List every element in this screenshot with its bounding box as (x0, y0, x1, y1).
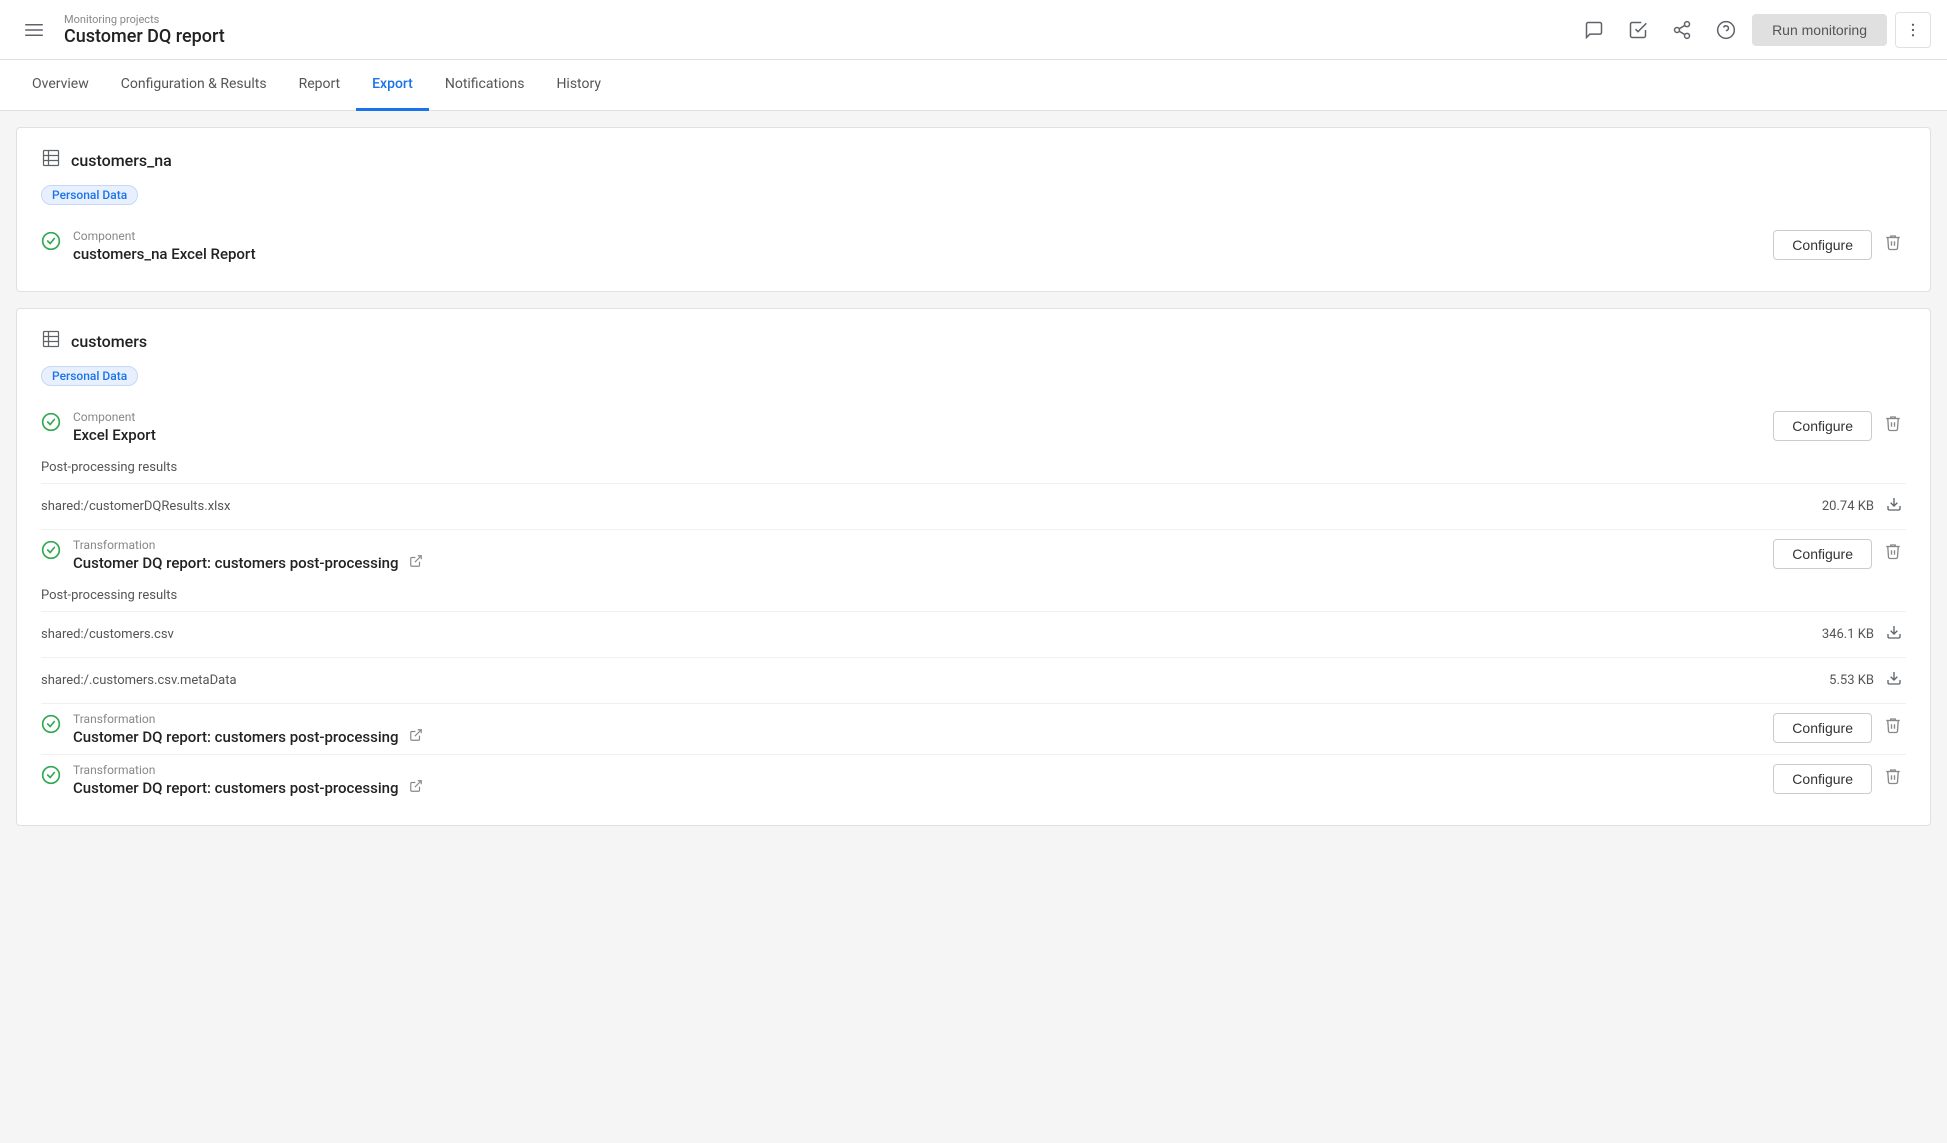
run-monitoring-button[interactable]: Run monitoring (1752, 14, 1887, 46)
header-actions: Run monitoring (1576, 12, 1931, 48)
tab-overview[interactable]: Overview (16, 60, 105, 111)
main-content: customers_na Personal Data Component cus… (0, 111, 1947, 842)
component-info-transformation-2: Transformation Customer DQ report: custo… (73, 712, 1773, 746)
title-group: Monitoring projects Customer DQ report (64, 13, 225, 47)
section-title-customers-na: customers_na (71, 151, 172, 170)
nav-tabs: Overview Configuration & Results Report … (0, 60, 1947, 111)
file-row-3: shared:/.customers.csv.metaData 5.53 KB (41, 657, 1906, 703)
component-actions-transformation-1: Configure (1773, 538, 1906, 569)
header-title: Customer DQ report (64, 26, 225, 47)
delete-button-1[interactable] (1880, 229, 1906, 260)
component-info-transformation-3: Transformation Customer DQ report: custo… (73, 763, 1773, 797)
configure-button-excel-export[interactable]: Configure (1773, 411, 1872, 441)
section-title-customers: customers (71, 332, 147, 351)
configure-button-transformation-2[interactable]: Configure (1773, 713, 1872, 743)
check-icon-transformation-1 (41, 540, 61, 565)
configure-button-1[interactable]: Configure (1773, 230, 1872, 260)
more-options-button[interactable] (1895, 12, 1931, 48)
transformation-label-1: Transformation (73, 538, 1773, 552)
external-link-icon-1 (409, 554, 423, 572)
file-size-3: 5.53 KB (1829, 673, 1874, 688)
component-row-excel-export: Component Excel Export Configure (41, 402, 1906, 452)
component-row-1: Component customers_na Excel Report Conf… (41, 221, 1906, 271)
delete-button-excel-export[interactable] (1880, 410, 1906, 441)
tab-notifications[interactable]: Notifications (429, 60, 541, 111)
component-actions-transformation-2: Configure (1773, 712, 1906, 743)
file-row-1: shared:/customerDQResults.xlsx 20.74 KB (41, 483, 1906, 529)
post-processing-label-2: Post-processing results (41, 588, 1906, 603)
download-button-1[interactable] (1882, 492, 1906, 521)
comment-button[interactable] (1576, 12, 1612, 48)
header-left: Monitoring projects Customer DQ report (16, 12, 1576, 48)
transformation-row-1: Transformation Customer DQ report: custo… (41, 529, 1906, 580)
checklist-button[interactable] (1620, 12, 1656, 48)
component-info-transformation-1: Transformation Customer DQ report: custo… (73, 538, 1773, 572)
check-icon-transformation-3 (41, 765, 61, 790)
check-icon-1 (41, 231, 61, 256)
transformation-row-3: Transformation Customer DQ report: custo… (41, 754, 1906, 805)
section-header-customers-na: customers_na (41, 148, 1906, 173)
configure-button-transformation-1[interactable]: Configure (1773, 539, 1872, 569)
component-name-excel-export: Excel Export (73, 426, 1773, 444)
header: Monitoring projects Customer DQ report (0, 0, 1947, 60)
external-link-icon-2 (409, 728, 423, 746)
help-button[interactable] (1708, 12, 1744, 48)
check-icon-excel-export (41, 412, 61, 437)
file-path-1: shared:/customerDQResults.xlsx (41, 499, 1822, 514)
section-customers: customers Personal Data Component Excel … (16, 308, 1931, 826)
delete-button-transformation-2[interactable] (1880, 712, 1906, 743)
component-info-excel-export: Component Excel Export (73, 410, 1773, 444)
post-processing-section-1: Post-processing results shared:/customer… (41, 460, 1906, 529)
table-icon-customers (41, 329, 61, 354)
tab-report[interactable]: Report (283, 60, 357, 111)
transformation-name-2: Customer DQ report: customers post-proce… (73, 728, 1773, 746)
post-processing-label-1: Post-processing results (41, 460, 1906, 475)
file-size-1: 20.74 KB (1822, 499, 1874, 514)
post-processing-section-2: Post-processing results shared:/customer… (41, 588, 1906, 703)
transformation-label-3: Transformation (73, 763, 1773, 777)
tab-configuration-results[interactable]: Configuration & Results (105, 60, 283, 111)
check-icon-transformation-2 (41, 714, 61, 739)
transformation-name-1: Customer DQ report: customers post-proce… (73, 554, 1773, 572)
component-label-1: Component (73, 229, 1773, 243)
tab-export[interactable]: Export (356, 60, 429, 111)
share-button[interactable] (1664, 12, 1700, 48)
transformation-name-3: Customer DQ report: customers post-proce… (73, 779, 1773, 797)
component-name-1: customers_na Excel Report (73, 245, 1773, 263)
header-subtitle: Monitoring projects (64, 13, 225, 26)
download-button-3[interactable] (1882, 666, 1906, 695)
download-button-2[interactable] (1882, 620, 1906, 649)
component-actions-1: Configure (1773, 229, 1906, 260)
delete-button-transformation-3[interactable] (1880, 763, 1906, 794)
component-info-1: Component customers_na Excel Report (73, 229, 1773, 263)
file-size-2: 346.1 KB (1822, 627, 1874, 642)
section-header-customers: customers (41, 329, 1906, 354)
badge-personal-data-2: Personal Data (41, 366, 138, 386)
transformation-row-2: Transformation Customer DQ report: custo… (41, 703, 1906, 754)
section-customers-na: customers_na Personal Data Component cus… (16, 127, 1931, 292)
external-link-icon-3 (409, 779, 423, 797)
transformation-label-2: Transformation (73, 712, 1773, 726)
delete-button-transformation-1[interactable] (1880, 538, 1906, 569)
component-actions-transformation-3: Configure (1773, 763, 1906, 794)
component-label-excel-export: Component (73, 410, 1773, 424)
table-icon-customers-na (41, 148, 61, 173)
component-actions-excel-export: Configure (1773, 410, 1906, 441)
configure-button-transformation-3[interactable]: Configure (1773, 764, 1872, 794)
menu-button[interactable] (16, 12, 52, 48)
file-row-2: shared:/customers.csv 346.1 KB (41, 611, 1906, 657)
file-path-2: shared:/customers.csv (41, 627, 1822, 642)
badge-personal-data-1: Personal Data (41, 185, 138, 205)
tab-history[interactable]: History (540, 60, 617, 111)
file-path-3: shared:/.customers.csv.metaData (41, 673, 1829, 688)
